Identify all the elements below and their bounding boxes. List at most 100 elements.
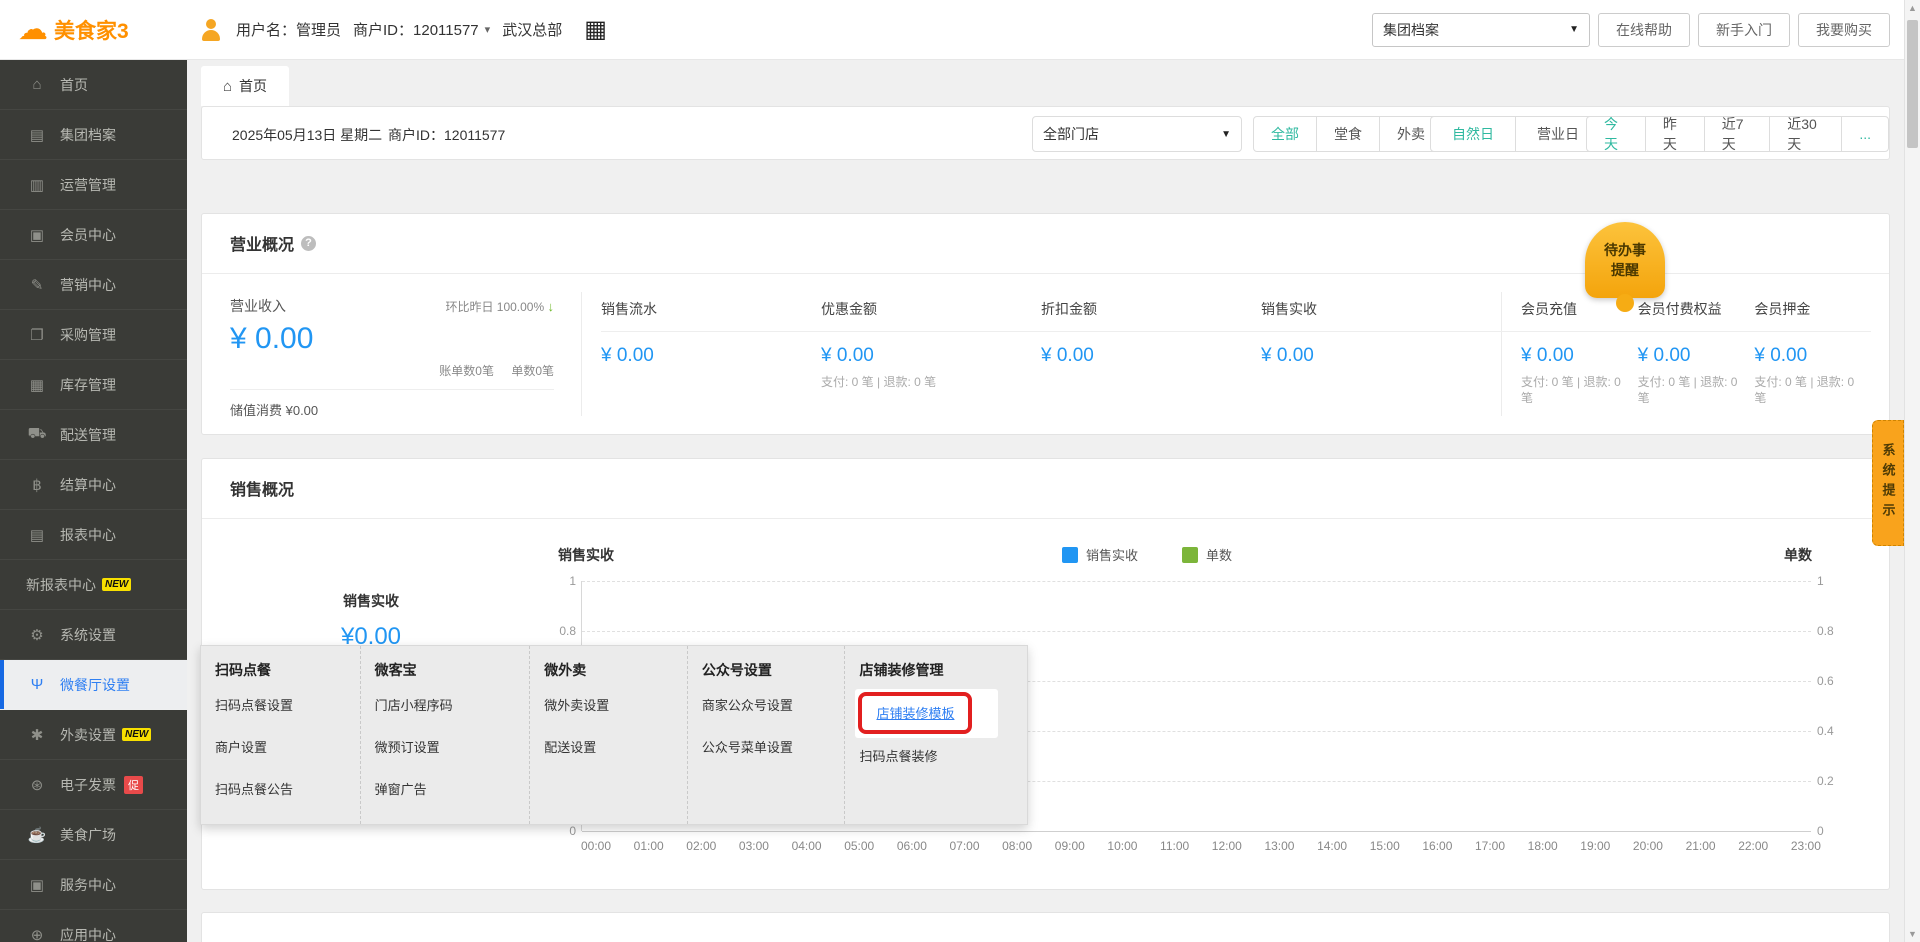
menu-item-弹窗广告[interactable]: 弹窗广告: [375, 779, 530, 798]
sales-overview-title: 销售概况: [230, 476, 294, 500]
sidebar-item-13[interactable]: Ψ微餐厅设置: [0, 660, 187, 710]
sidebar-item-16[interactable]: ☕美食广场: [0, 810, 187, 860]
sidebar-item-3[interactable]: ▥运营管理: [0, 160, 187, 210]
merchant-id-label[interactable]: 商户ID：12011577: [353, 19, 479, 40]
sidebar-item-label: 应用中心: [60, 925, 116, 942]
x-axis-tick-label: 22:00: [1738, 839, 1768, 853]
user-avatar-icon: [200, 19, 222, 41]
range-option-...[interactable]: ...: [1841, 117, 1888, 151]
divider: [581, 292, 582, 416]
right-axis-tick: 0.8: [1817, 624, 1845, 638]
menu-item-店铺装修模板[interactable]: 店铺装修模板: [876, 706, 954, 721]
member-stat-value: ¥ 0.00: [1521, 345, 1632, 367]
sidebar-item-9[interactable]: ฿结算中心: [0, 460, 187, 510]
takeout-gear-icon: ✱: [26, 726, 48, 744]
inventory-icon: ▦: [26, 376, 48, 394]
range-option-昨天[interactable]: 昨天: [1645, 117, 1704, 151]
right-axis-tick: 0.2: [1817, 774, 1845, 788]
menu-item-扫码点餐设置[interactable]: 扫码点餐设置: [215, 695, 360, 714]
x-axis-tick-label: 07:00: [949, 839, 979, 853]
member-stat-value: ¥ 0.00: [1638, 345, 1749, 367]
buy-button[interactable]: 我要购买: [1798, 13, 1890, 47]
service-icon: ▣: [26, 876, 48, 894]
x-axis-tick-label: 09:00: [1055, 839, 1085, 853]
sidebar-badge: NEW: [102, 578, 131, 591]
menu-item-门店小程序码[interactable]: 门店小程序码: [375, 695, 530, 714]
x-axis-tick-label: 11:00: [1160, 839, 1189, 853]
legend-item-单数[interactable]: 单数: [1182, 545, 1232, 564]
legend-label: 单数: [1206, 545, 1232, 564]
sales-stat-label: 优惠金额: [821, 299, 1041, 331]
range-option-今天[interactable]: 今天: [1587, 117, 1645, 151]
sidebar-item-12[interactable]: ⚙系统设置: [0, 610, 187, 660]
menu-item-配送设置[interactable]: 配送设置: [544, 737, 687, 756]
daytype-option-自然日[interactable]: 自然日: [1431, 117, 1515, 151]
scroll-up-button[interactable]: ▲: [1905, 0, 1920, 16]
member-stat-sub: 支付: 0 笔 | 退款: 0 笔: [1754, 374, 1865, 406]
menu-item-微外卖设置[interactable]: 微外卖设置: [544, 695, 687, 714]
sidebar-item-4[interactable]: ▣会员中心: [0, 210, 187, 260]
range-option-近30天[interactable]: 近30天: [1769, 117, 1841, 151]
store-select[interactable]: 全部门店 ▼: [1032, 116, 1242, 152]
range-option-近7天[interactable]: 近7天: [1704, 117, 1770, 151]
revenue-label: 营业收入: [230, 296, 286, 316]
chart-legend: 销售实收 单数: [1062, 545, 1232, 564]
sidebar-item-15[interactable]: ⊛电子发票促: [0, 760, 187, 810]
sidebar-item-11[interactable]: 新报表中心NEW: [0, 560, 187, 610]
sales-summary: 销售实收 ¥0.00: [286, 591, 456, 651]
menu-highlight-white: 店铺装修模板: [855, 689, 998, 738]
channel-option-堂食[interactable]: 堂食: [1316, 117, 1379, 151]
sidebar-item-1[interactable]: ⌂首页: [0, 60, 187, 110]
top-header: ☁ 美食家3 用户名：管理员 商户ID：12011577 ▾ 武汉总部 ▦ 集团…: [0, 0, 1920, 60]
sidebar-item-7[interactable]: ▦库存管理: [0, 360, 187, 410]
left-axis-tick: 0: [548, 824, 576, 838]
sidebar-item-14[interactable]: ✱外卖设置NEW: [0, 710, 187, 760]
group-archive-select[interactable]: 集团档案 ▼: [1372, 13, 1590, 47]
branch-label: 武汉总部: [502, 19, 562, 40]
scrollbar-thumb[interactable]: [1907, 20, 1918, 148]
legend-item-销售实收[interactable]: 销售实收: [1062, 545, 1138, 564]
left-axis-title: 销售实收: [558, 545, 614, 565]
left-axis-tick: 0.8: [548, 624, 576, 638]
scrollbar[interactable]: ▲ ▼: [1904, 0, 1920, 942]
brand-logo: ☁ 美食家3: [0, 15, 200, 45]
restaurant-settings-menu: 扫码点餐扫码点餐设置商户设置扫码点餐公告微客宝门店小程序码微预订设置弹窗广告微外…: [200, 645, 1028, 825]
tab-home-label: 首页: [239, 76, 267, 96]
sidebar-item-label: 美食广场: [60, 825, 116, 845]
gridline: [582, 631, 1811, 632]
sidebar-item-label: 微餐厅设置: [60, 675, 130, 695]
x-axis-tick-label: 10:00: [1107, 839, 1137, 853]
sidebar-item-label: 系统设置: [60, 625, 116, 645]
app-root: ☁ 美食家3 用户名：管理员 商户ID：12011577 ▾ 武汉总部 ▦ 集团…: [0, 0, 1920, 942]
online-help-button[interactable]: 在线帮助: [1598, 13, 1690, 47]
system-tip-tab[interactable]: 系统提示: [1872, 420, 1904, 546]
menu-item-商户设置[interactable]: 商户设置: [215, 737, 360, 756]
sidebar-item-8[interactable]: ⛟配送管理: [0, 410, 187, 460]
menu-item-公众号菜单设置[interactable]: 公众号菜单设置: [702, 737, 845, 756]
beginner-guide-button[interactable]: 新手入门: [1698, 13, 1790, 47]
qr-code-icon[interactable]: ▦: [584, 18, 607, 42]
stored-consumption-label: 储值消费 ¥0.00: [230, 400, 554, 419]
sidebar-item-18[interactable]: ⊕应用中心: [0, 910, 187, 942]
menu-item-扫码点餐公告[interactable]: 扫码点餐公告: [215, 779, 360, 798]
menu-item-微预订设置[interactable]: 微预订设置: [375, 737, 530, 756]
tab-home[interactable]: ⌂ 首页: [201, 66, 289, 106]
channel-option-全部[interactable]: 全部: [1254, 117, 1316, 151]
scroll-down-button[interactable]: ▼: [1905, 926, 1920, 942]
x-axis-tick-label: 03:00: [739, 839, 769, 853]
sidebar-item-5[interactable]: ✎营销中心: [0, 260, 187, 310]
sidebar-item-2[interactable]: ▤集团档案: [0, 110, 187, 160]
menu-item-商家公众号设置[interactable]: 商家公众号设置: [702, 695, 845, 714]
sidebar-item-label: 配送管理: [60, 425, 116, 445]
menu-item-扫码点餐装修[interactable]: 扫码点餐装修: [859, 746, 1027, 765]
sidebar-item-17[interactable]: ▣服务中心: [0, 860, 187, 910]
sidebar-nav: ⌂首页▤集团档案▥运营管理▣会员中心✎营销中心❐采购管理▦库存管理⛟配送管理฿结…: [0, 60, 187, 942]
sidebar-item-6[interactable]: ❐采购管理: [0, 310, 187, 360]
sidebar-item-10[interactable]: ▤报表中心: [0, 510, 187, 560]
todo-reminder-bell[interactable]: 待办事 提醒: [1585, 222, 1665, 298]
sales-summary-label: 销售实收: [286, 591, 456, 611]
help-icon[interactable]: ?: [301, 236, 316, 251]
member-stats-row: 会员充值¥ 0.00支付: 0 笔 | 退款: 0 笔会员付费权益¥ 0.00支…: [1521, 299, 1871, 406]
sales-stat-label: 折扣金额: [1041, 299, 1261, 331]
x-axis-tick-label: 08:00: [1002, 839, 1032, 853]
